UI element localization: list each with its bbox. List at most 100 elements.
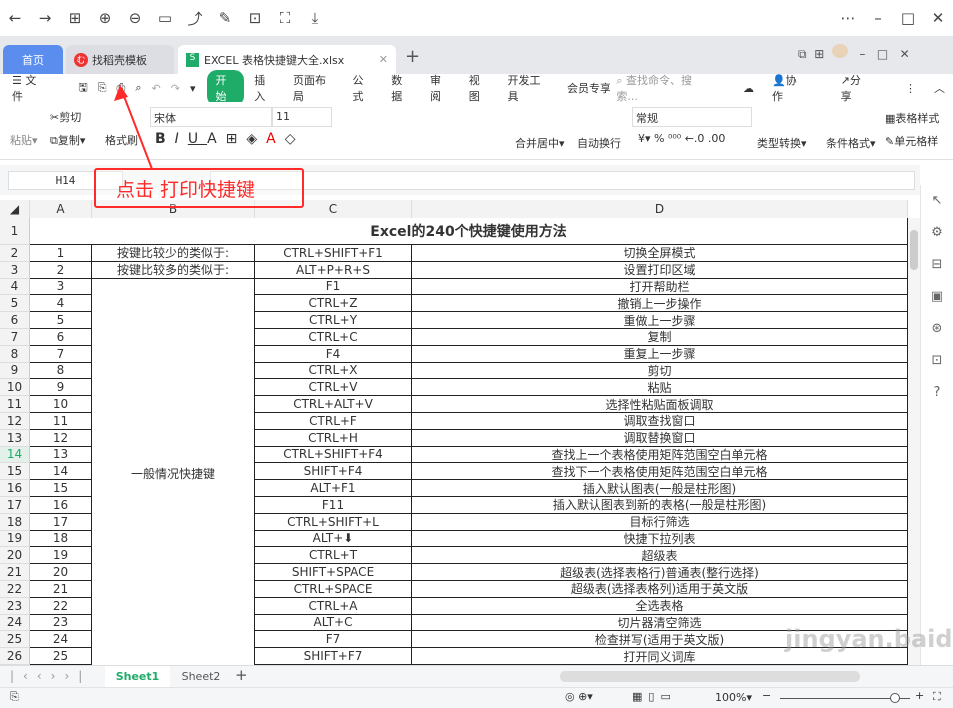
cell-c[interactable]: CTRL+ALT+V xyxy=(255,396,412,413)
cell-c[interactable]: ALT+P+R+S xyxy=(255,261,412,279)
cell-a[interactable]: 2 xyxy=(30,261,92,279)
cloud-icon[interactable]: ☁ xyxy=(743,82,754,95)
conditional-format-button[interactable]: 条件格式▾ xyxy=(826,135,876,151)
wrap-text-button[interactable]: 自动换行 xyxy=(577,135,621,151)
row-header[interactable]: 22 xyxy=(0,581,30,598)
cell-a[interactable]: 18 xyxy=(30,530,92,548)
merged-cell-b[interactable]: 一般情况快捷键 xyxy=(92,278,255,669)
font-select[interactable]: 宋体 xyxy=(150,107,272,127)
cell-d[interactable]: 调取查找窗口 xyxy=(412,413,908,430)
sheet-title-cell[interactable]: Excel的240个快捷键使用方法 xyxy=(30,218,908,245)
cell-a[interactable]: 4 xyxy=(30,295,92,313)
select-icon[interactable]: ↖ xyxy=(921,185,953,217)
cell-a[interactable]: 16 xyxy=(30,497,92,514)
number-format-select[interactable]: 常规 xyxy=(632,107,752,127)
row-header[interactable]: 2 xyxy=(0,245,30,262)
minimize-icon[interactable]: – xyxy=(863,9,893,27)
cell-c[interactable]: F7 xyxy=(255,631,412,649)
sheet-tab-sheet2[interactable]: Sheet2 xyxy=(175,666,227,687)
redo-icon[interactable]: ↷ xyxy=(171,82,180,95)
cell-d[interactable]: 重做上一步骤 xyxy=(412,312,908,329)
cell-c[interactable]: F4 xyxy=(255,345,412,363)
cell-a[interactable]: 11 xyxy=(30,413,92,430)
close-tab-icon[interactable]: ✕ xyxy=(379,53,388,66)
forward-icon[interactable]: → xyxy=(30,9,60,27)
font-color-icon[interactable]: A xyxy=(266,131,285,147)
close-icon[interactable]: ✕ xyxy=(900,47,910,61)
row-header[interactable]: 13 xyxy=(0,429,30,447)
edit-icon[interactable]: ✎ xyxy=(210,9,240,27)
new-tab-icon[interactable]: + xyxy=(405,46,420,67)
cell-c[interactable]: CTRL+SHIFT+F4 xyxy=(255,446,412,464)
row-header[interactable]: 8 xyxy=(0,345,30,363)
cell-c[interactable]: CTRL+X xyxy=(255,362,412,380)
cell-a[interactable]: 22 xyxy=(30,597,92,615)
cell-a[interactable]: 20 xyxy=(30,564,92,581)
cell-c[interactable]: CTRL+T xyxy=(255,547,412,565)
cell-c[interactable]: F1 xyxy=(255,278,412,296)
cell-a[interactable]: 13 xyxy=(30,446,92,464)
row-header[interactable]: 21 xyxy=(0,564,30,581)
cell-d[interactable]: 插入默认图表到新的表格(一般是柱形图) xyxy=(412,497,908,514)
cell-c[interactable]: SHIFT+F4 xyxy=(255,463,412,481)
cell-c[interactable]: CTRL+H xyxy=(255,429,412,447)
cell-a[interactable]: 24 xyxy=(30,631,92,649)
sheet-tab-sheet1[interactable]: Sheet1 xyxy=(105,666,170,687)
row-header[interactable]: 16 xyxy=(0,480,30,497)
row-header[interactable]: 18 xyxy=(0,513,30,531)
collab-button[interactable]: 👤协作 xyxy=(772,72,823,104)
cell-a[interactable]: 23 xyxy=(30,614,92,632)
zoom-in-icon[interactable]: ⊕ xyxy=(90,9,120,27)
more-icon[interactable]: ⋯ xyxy=(833,9,863,27)
row-header[interactable]: 3 xyxy=(0,261,30,279)
cell-c[interactable]: CTRL+A xyxy=(255,597,412,615)
cell-a[interactable]: 25 xyxy=(30,648,92,665)
vertical-scrollbar[interactable] xyxy=(908,218,920,665)
cell-a[interactable]: 14 xyxy=(30,463,92,481)
cell-c[interactable]: ALT+⬇ xyxy=(255,530,412,548)
cell-a[interactable]: 9 xyxy=(30,379,92,397)
font-style-buttons[interactable]: BIUA⊞◈A◇ xyxy=(155,131,305,147)
strikethrough-icon[interactable]: A xyxy=(207,131,226,147)
clear-icon[interactable]: ◇ xyxy=(285,131,305,147)
cell-c[interactable]: F11 xyxy=(255,497,412,514)
export-icon[interactable]: ⎘ xyxy=(98,81,107,95)
add-sheet-icon[interactable]: + xyxy=(235,666,248,684)
more-icon[interactable]: ⋮ xyxy=(905,82,916,95)
cell-d[interactable]: 目标行筛选 xyxy=(412,513,908,531)
row-header[interactable]: 26 xyxy=(0,648,30,665)
copy-button[interactable]: ⧉复制▾ xyxy=(50,132,85,148)
menu-review[interactable]: 审阅 xyxy=(430,72,451,104)
collapse-icon[interactable]: ︿ xyxy=(934,80,945,96)
formula-input[interactable] xyxy=(210,171,915,190)
row-header[interactable]: 11 xyxy=(0,396,30,413)
maximize-icon[interactable]: □ xyxy=(877,47,888,61)
cell-a[interactable]: 10 xyxy=(30,396,92,413)
cell-c[interactable]: CTRL+SHIFT+F1 xyxy=(255,245,412,262)
fullscreen-icon[interactable]: ⛶ xyxy=(933,690,941,704)
row-header[interactable]: 15 xyxy=(0,463,30,481)
close-icon[interactable]: ✕ xyxy=(923,9,953,27)
row-header[interactable]: 24 xyxy=(0,614,30,632)
cell-d[interactable]: 复制 xyxy=(412,329,908,346)
cell-d[interactable]: 粘贴 xyxy=(412,379,908,397)
macro-icon[interactable]: ⎘ xyxy=(10,690,19,704)
font-size-select[interactable]: 11 xyxy=(272,107,332,127)
row-header[interactable]: 4 xyxy=(0,278,30,296)
cell-d[interactable]: 插入默认图表(一般是柱形图) xyxy=(412,480,908,497)
cell-c[interactable]: CTRL+Y xyxy=(255,312,412,329)
tab-excel-file[interactable]: S EXCEL 表格快捷键大全.xlsx ✕ xyxy=(178,45,396,74)
menu-developer[interactable]: 开发工具 xyxy=(507,72,549,104)
menu-formula[interactable]: 公式 xyxy=(352,72,373,104)
book-icon[interactable]: ⊡ xyxy=(921,345,953,377)
cell-a[interactable]: 12 xyxy=(30,429,92,447)
border-icon[interactable]: ⊞ xyxy=(226,131,247,147)
cell-c[interactable]: SHIFT+SPACE xyxy=(255,564,412,581)
cell-c[interactable]: CTRL+SPACE xyxy=(255,581,412,598)
layout-icon[interactable]: ⧉ xyxy=(798,47,807,61)
cell-c[interactable]: CTRL+V xyxy=(255,379,412,397)
row-header[interactable]: 12 xyxy=(0,413,30,430)
cell-c[interactable]: ALT+C xyxy=(255,614,412,632)
apps-icon[interactable]: ⊞ xyxy=(60,9,90,27)
table-style-button[interactable]: ▦表格样式 xyxy=(885,110,939,126)
